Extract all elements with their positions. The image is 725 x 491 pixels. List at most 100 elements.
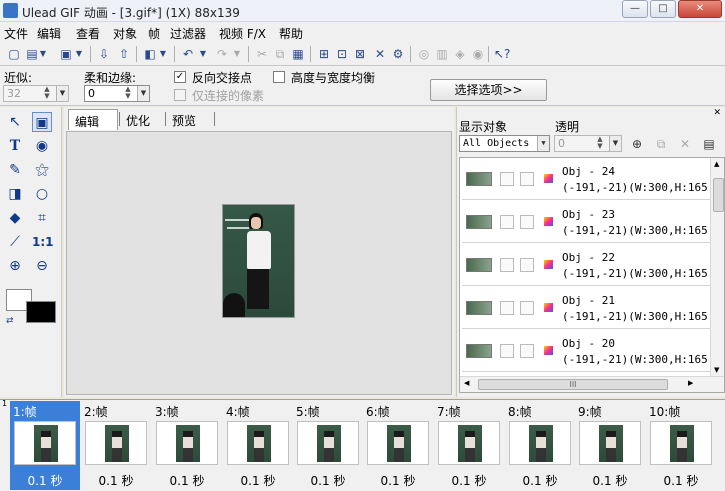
frame-thumbnail[interactable]: 6:帧 0.1 秒 (363, 401, 433, 490)
text-tool-icon[interactable]: T (5, 136, 25, 156)
scroll-up-icon[interactable]: ▲ (714, 160, 719, 168)
frame-thumbnail[interactable]: 7:帧 0.1 秒 (434, 401, 504, 490)
lock-toggle[interactable] (520, 172, 534, 186)
optimize-icon[interactable]: ◈ (452, 46, 468, 62)
export-icon[interactable]: ⇧ (116, 46, 132, 62)
list-item[interactable]: Obj - 24 (-191,-21)(W:300,H:165 (462, 158, 712, 200)
redo-dropdown-icon[interactable]: ▼ (232, 46, 242, 62)
tab-preview[interactable]: 预览 (166, 109, 202, 130)
list-item[interactable]: Obj - 23 (-191,-21)(W:300,H:165 (462, 201, 712, 243)
object-settings-icon[interactable]: ⚙ (390, 46, 406, 62)
visibility-toggle[interactable] (500, 344, 514, 358)
feather-spin-icon[interactable]: ▲ ▼ (121, 86, 135, 101)
scroll-thumb[interactable]: III (478, 379, 668, 390)
close-button[interactable]: ✕ (678, 0, 722, 18)
frame-delay[interactable]: 0.1 秒 (363, 472, 433, 489)
frame-delay[interactable]: 0.1 秒 (10, 472, 80, 489)
tab-edit[interactable]: 编辑 (68, 109, 118, 130)
zoom-in-icon[interactable]: ⊕ (5, 256, 25, 276)
frame-delay[interactable]: 0.1 秒 (152, 472, 222, 489)
paint-bucket-icon[interactable]: ◆ (5, 208, 25, 228)
eraser-icon[interactable]: ◨ (5, 184, 25, 204)
preview-browser-icon[interactable]: ◉ (470, 46, 486, 62)
menu-edit[interactable]: 编辑 (37, 25, 61, 42)
panel-close-icon[interactable]: ✕ (713, 108, 721, 118)
frame-thumbnail[interactable]: 8:帧 0.1 秒 (505, 401, 575, 490)
tolerance-spin-icon[interactable]: ▲ ▼ (40, 86, 54, 101)
reverse-select-checkbox[interactable]: ✓ (174, 71, 186, 83)
menu-frame[interactable]: 帧 (148, 25, 160, 42)
lock-toggle[interactable] (520, 301, 534, 315)
connected-pixels-checkbox[interactable] (174, 89, 186, 101)
feather-input[interactable]: 0 ▲ ▼ ▼ (84, 85, 150, 102)
frame-delay[interactable]: 0.1 秒 (223, 472, 293, 489)
frame-thumbnail[interactable]: 4:帧 0.1 秒 (223, 401, 293, 490)
magic-wand-icon[interactable]: ⚝ (32, 160, 52, 180)
frame-image[interactable] (222, 204, 295, 318)
frame-delay[interactable]: 0.1 秒 (646, 472, 716, 489)
lock-toggle[interactable] (520, 344, 534, 358)
redo-icon[interactable]: ↷ (214, 46, 230, 62)
paintbrush-icon[interactable]: ✎ (5, 160, 25, 180)
frame-thumbnail[interactable]: 3:帧 0.1 秒 (152, 401, 222, 490)
vertical-scrollbar[interactable]: ▲ ▼ (710, 158, 724, 376)
crop-icon[interactable]: ⌗ (32, 208, 52, 228)
undo-dropdown-icon[interactable]: ▼ (198, 46, 208, 62)
minimize-button[interactable]: — (622, 0, 648, 18)
chevron-down-icon[interactable]: ▼ (537, 136, 549, 151)
tab-optimize[interactable]: 优化 (120, 109, 156, 130)
frame-delay[interactable]: 0.1 秒 (575, 472, 645, 489)
visibility-toggle[interactable] (500, 301, 514, 315)
menu-object[interactable]: 对象 (113, 25, 137, 42)
list-item[interactable]: Obj - 21 (-191,-21)(W:300,H:165 (462, 287, 712, 329)
add-frame-icon[interactable]: ⊞ (316, 46, 332, 62)
new-object-icon[interactable]: ⊕ (629, 136, 645, 152)
open-dropdown-icon[interactable]: ▼ (38, 46, 48, 62)
visibility-toggle[interactable] (500, 215, 514, 229)
list-item[interactable]: Obj - 22 (-191,-21)(W:300,H:165 (462, 244, 712, 286)
lock-toggle[interactable] (520, 258, 534, 272)
scroll-right-icon[interactable]: ▶ (688, 379, 693, 387)
color-palette-icon[interactable]: ◧ (142, 46, 158, 62)
frame-delay[interactable]: 0.1 秒 (434, 472, 504, 489)
menu-file[interactable]: 文件 (4, 25, 28, 42)
visibility-toggle[interactable] (500, 258, 514, 272)
frame-delay[interactable]: 0.1 秒 (505, 472, 575, 489)
equal-width-height-checkbox[interactable] (273, 71, 285, 83)
duplicate-object-icon[interactable]: ⧉ (653, 136, 669, 152)
duplicate-frame-icon[interactable]: ⊡ (334, 46, 350, 62)
scroll-down-icon[interactable]: ▼ (714, 366, 719, 374)
transparency-spin-icon[interactable]: ▲ ▼ (593, 136, 607, 151)
list-item[interactable]: Obj - 20 (-191,-21)(W:300,H:165 (462, 330, 712, 372)
palette-dropdown-icon[interactable]: ▼ (158, 46, 168, 62)
canvas-stage[interactable] (66, 131, 452, 395)
frame-thumbnail[interactable]: 1:帧 0.1 秒 (10, 401, 80, 490)
undo-icon[interactable]: ↶ (180, 46, 196, 62)
menu-video-fx[interactable]: 视频 F/X (219, 25, 266, 42)
swap-colors-icon[interactable]: ⇄ (6, 316, 14, 326)
feather-slider-icon[interactable]: ▼ (137, 86, 149, 101)
zoom-out-icon[interactable]: ⊖ (32, 256, 52, 276)
transparency-input[interactable]: 0 ▲ ▼ ▼ (554, 135, 622, 152)
visibility-toggle[interactable] (500, 172, 514, 186)
scroll-thumb[interactable] (713, 178, 724, 212)
foreground-color-swatch[interactable] (26, 301, 56, 323)
frame-delay[interactable]: 0.1 秒 (293, 472, 363, 489)
tolerance-input[interactable]: 32 ▲ ▼ ▼ (3, 85, 69, 102)
frame-thumbnail[interactable]: 10:帧 0.1 秒 (646, 401, 716, 490)
scroll-left-icon[interactable]: ◀ (464, 379, 469, 387)
tween-icon[interactable]: ◎ (416, 46, 432, 62)
marquee-select-icon[interactable]: ▣ (32, 112, 52, 132)
lasso-select-icon[interactable]: ◉ (32, 136, 52, 156)
maximize-button[interactable]: □ (650, 0, 676, 18)
one-to-one-zoom-icon[interactable]: 1:1 (32, 232, 54, 252)
new-file-icon[interactable]: ▢ (6, 46, 22, 62)
select-options-button[interactable]: 选择选项>> (430, 79, 547, 101)
frame-thumbnail[interactable]: 2:帧 0.1 秒 (81, 401, 151, 490)
copy-icon[interactable]: ⧉ (272, 46, 288, 62)
cut-icon[interactable]: ✂ (254, 46, 270, 62)
lock-toggle[interactable] (520, 215, 534, 229)
pointer-tool-icon[interactable]: ↖ (5, 112, 25, 132)
frame-thumbnail[interactable]: 9:帧 0.1 秒 (575, 401, 645, 490)
menu-filter[interactable]: 过滤器 (170, 25, 206, 42)
